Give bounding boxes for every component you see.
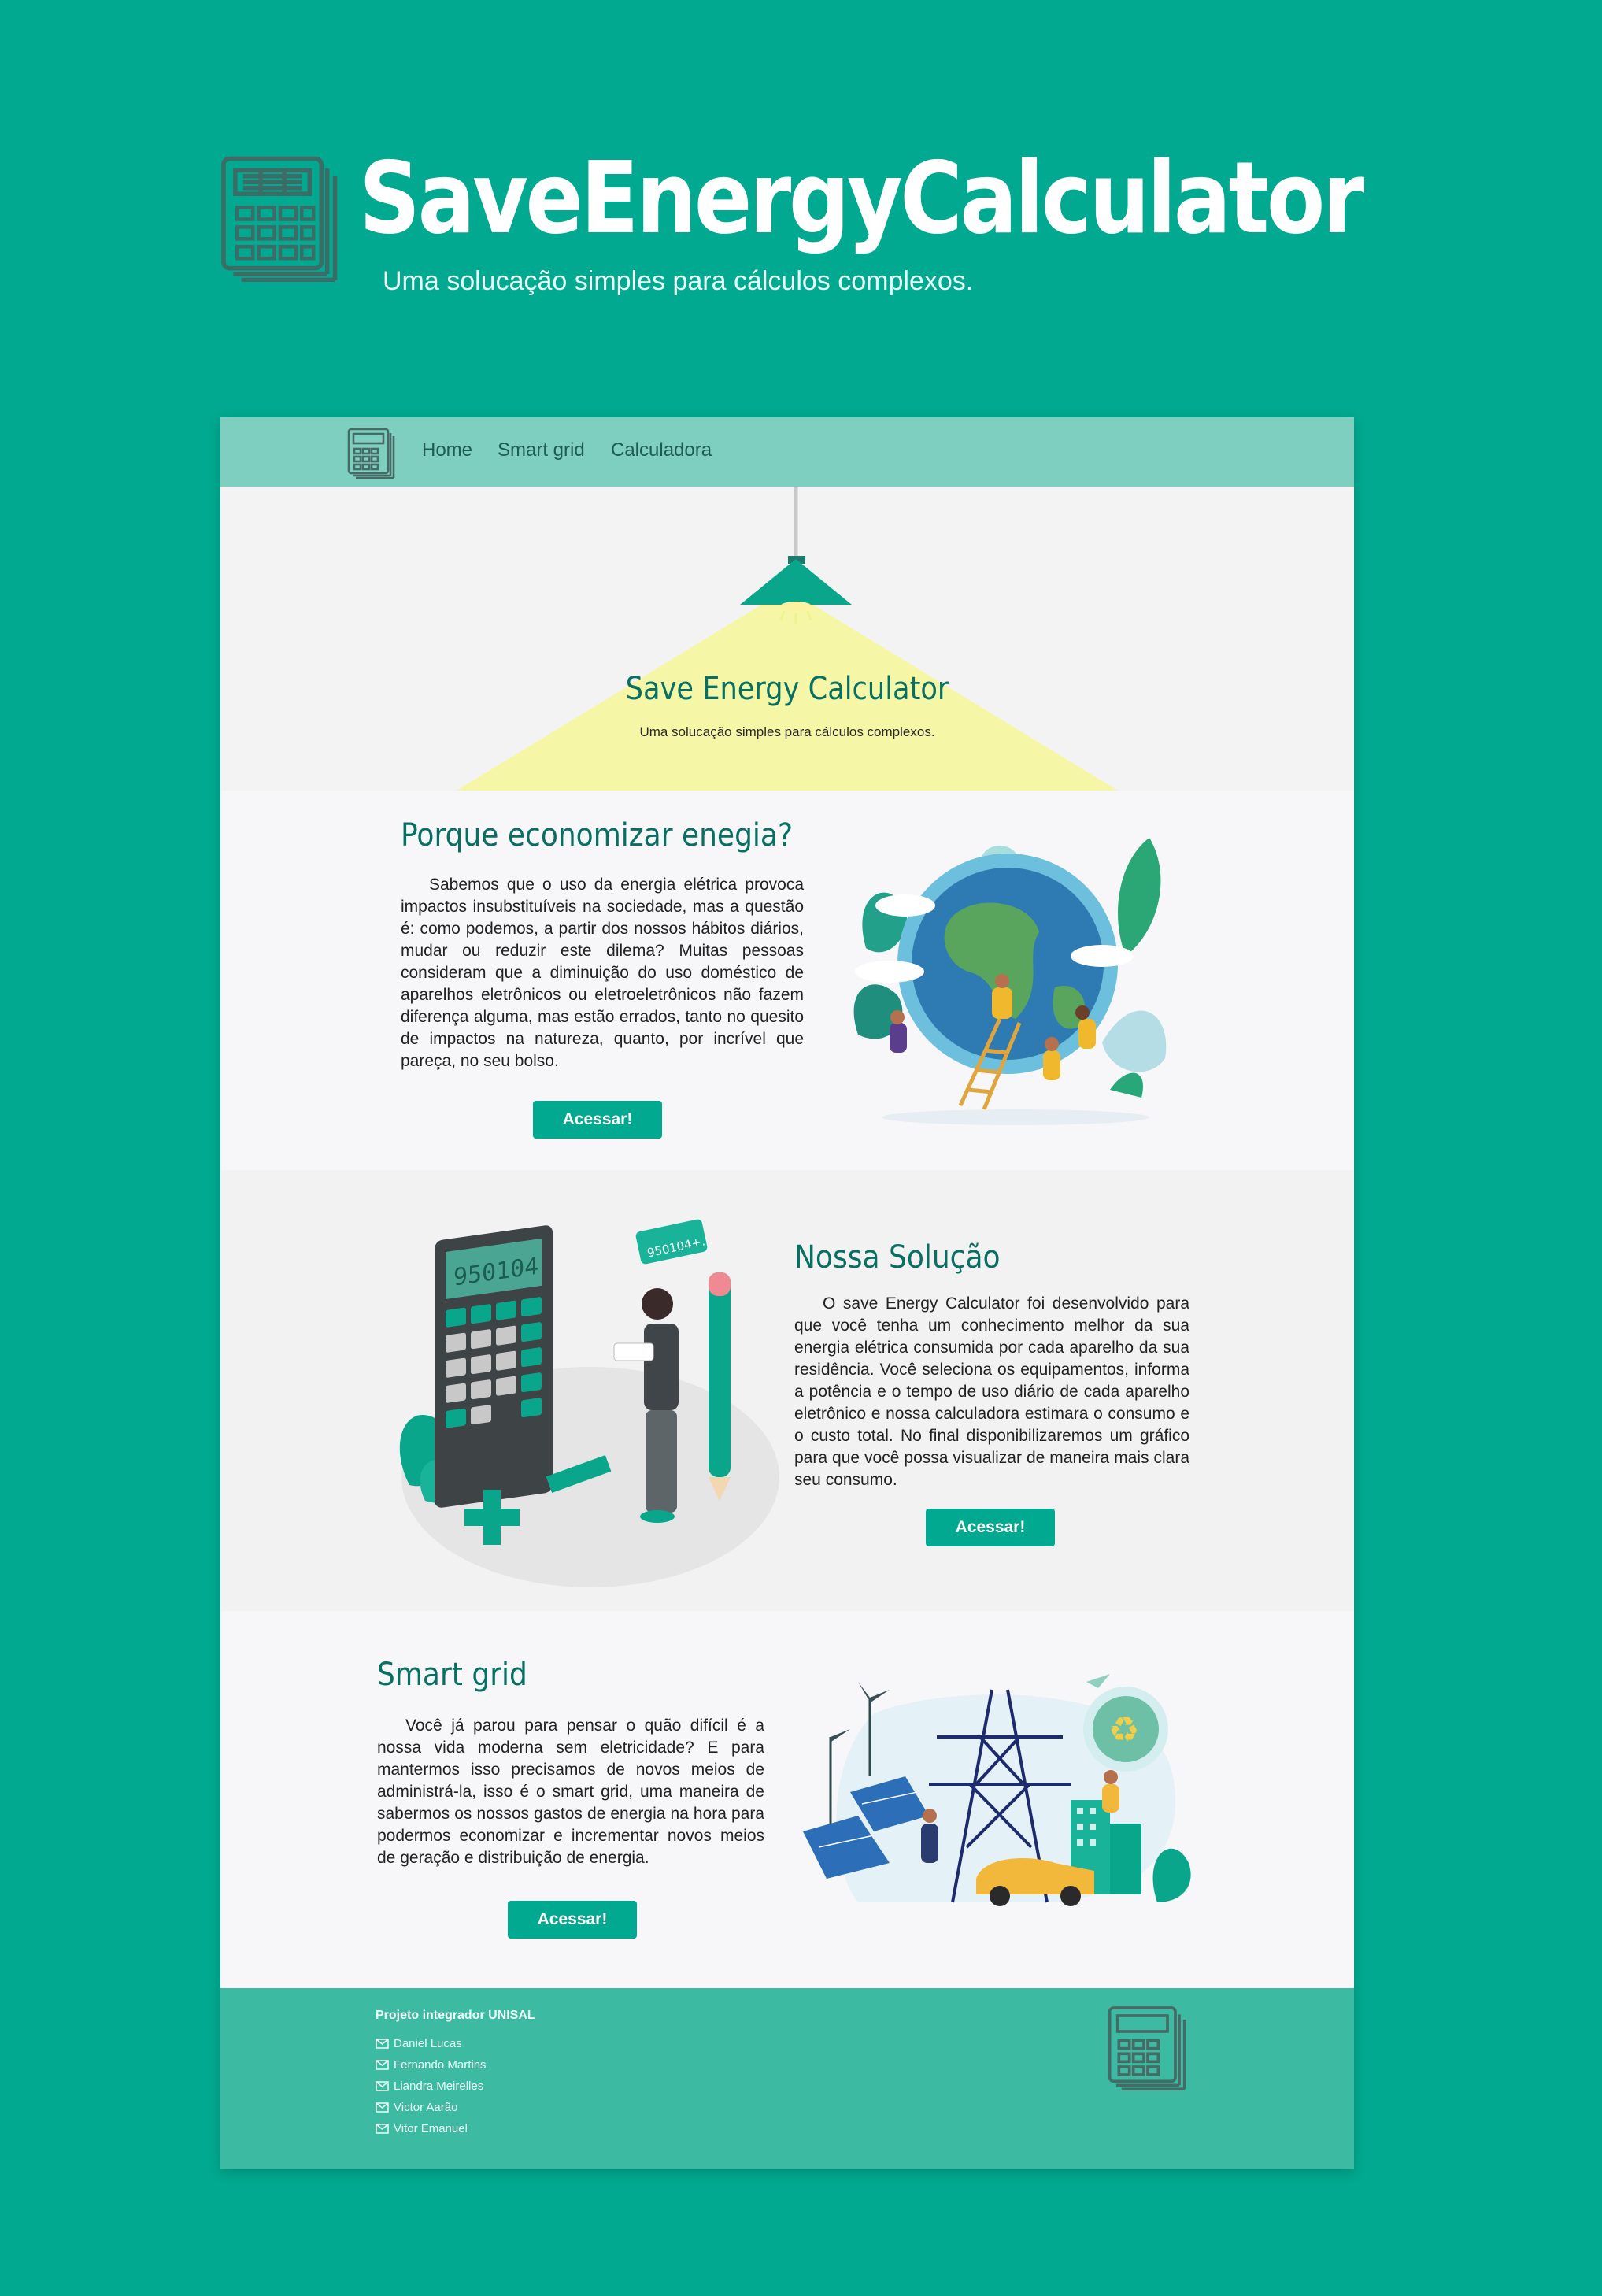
access-button[interactable]: Acessar! [533, 1101, 662, 1139]
calculator-illustration: 950104 950104+... [399, 1219, 779, 1587]
section-why-save: Porque economizar enegia? Sabemos que o … [220, 791, 1354, 1170]
member-name: Fernando Martins [394, 2057, 487, 2072]
website-mockup: Home Smart grid Calculadora Save Energy … [220, 417, 1354, 2169]
hero-banner: Save Energy Calculator Uma solucação sim… [220, 487, 1354, 791]
member-name: Vitor Emanuel [394, 2121, 468, 2135]
mail-icon [376, 2123, 389, 2134]
section-our-solution: 950104 950104+... Nossa Solução O save E… [220, 1170, 1354, 1611]
section-title: Smart grid [377, 1657, 527, 1693]
member-name: Liandra Meirelles [394, 2079, 484, 2093]
access-button[interactable]: Acessar! [508, 1901, 637, 1939]
section-title: Nossa Solução [794, 1239, 1001, 1276]
banner-subtitle: Uma solucação simples para cálculos comp… [639, 724, 935, 739]
smart-grid-illustration: ♻ [803, 1674, 1191, 1906]
svg-text:♻: ♻ [1108, 1710, 1139, 1750]
member-name: Victor Aarão [394, 2100, 458, 2114]
navbar: Home Smart grid Calculadora [220, 417, 1354, 487]
member-link[interactable]: Victor Aarão [376, 2098, 457, 2116]
nav-smart-grid[interactable]: Smart grid [498, 439, 585, 461]
footer-title: Projeto integrador UNISAL [376, 2009, 535, 2022]
site-subtitle: Uma solucação simples para cálculos comp… [383, 266, 974, 296]
member-link[interactable]: Fernando Martins [376, 2056, 487, 2073]
site-title: SaveEnergyCalculator [359, 140, 1364, 256]
calculator-icon[interactable] [346, 427, 397, 479]
access-button[interactable]: Acessar! [926, 1509, 1055, 1546]
mail-icon [376, 2080, 389, 2091]
member-link[interactable]: Vitor Emanuel [376, 2120, 468, 2137]
calculator-icon [1108, 2006, 1186, 2090]
hero-header: SaveEnergyCalculator Uma solucação simpl… [217, 140, 1398, 307]
calculator-icon [221, 156, 338, 282]
mail-icon [376, 2102, 389, 2113]
section-title: Porque economizar enegia? [401, 817, 794, 854]
member-name: Daniel Lucas [394, 2036, 462, 2050]
section-text: O save Energy Calculator foi desenvolvid… [794, 1294, 1189, 1489]
lamp-illustration [457, 487, 1118, 791]
banner-title: Save Energy Calculator [625, 671, 949, 707]
nav-calculadora[interactable]: Calculadora [611, 439, 712, 461]
section-text: Sabemos que o uso da energia elétrica pr… [401, 876, 804, 1070]
mail-icon [376, 2059, 389, 2070]
footer: Projeto integrador UNISAL Daniel Lucas F… [220, 1988, 1354, 2169]
nav-home[interactable]: Home [422, 439, 472, 461]
section-smart-grid: Smart grid Você já parou para pensar o q… [220, 1611, 1354, 1988]
mail-icon [376, 2038, 389, 2049]
member-link[interactable]: Liandra Meirelles [376, 2077, 483, 2094]
section-text: Você já parou para pensar o quão difícil… [377, 1716, 764, 1867]
earth-illustration [853, 838, 1167, 1125]
member-link[interactable]: Daniel Lucas [376, 2035, 462, 2052]
